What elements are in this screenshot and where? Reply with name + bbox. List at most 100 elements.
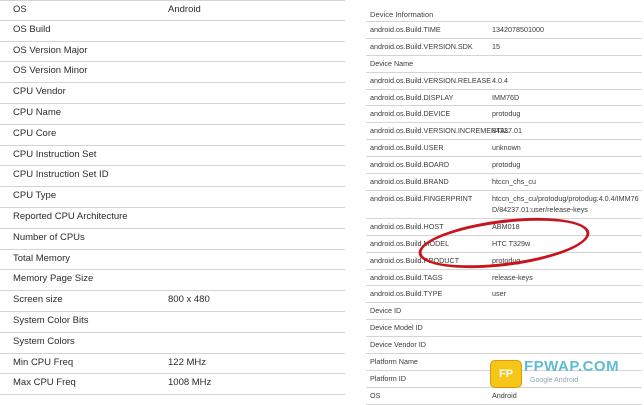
watermark-subtitle: Google Android xyxy=(530,377,579,384)
row-value: htccn_chs_cu xyxy=(492,177,536,187)
row-label: OS xyxy=(13,4,27,15)
row-label: Platform ID xyxy=(370,373,406,383)
row-label: android.os.Build.FINGERPRINT xyxy=(370,193,473,203)
row-label: android.os.Build.HOST xyxy=(370,221,444,231)
table-row: android.os.Build.TIME 1342078501000 xyxy=(366,22,642,39)
table-row: CPU Name xyxy=(0,104,345,125)
row-value: protodug xyxy=(492,160,521,170)
row-value: unknown xyxy=(492,143,521,153)
row-label: System Colors xyxy=(13,335,75,347)
table-row: CPU Type xyxy=(0,187,345,208)
table-row: OS Version Major xyxy=(0,42,345,63)
row-label: Min CPU Freq xyxy=(13,356,74,368)
row-value: htccn_chs_cu/protodug/protodug:4.0.4/IMM… xyxy=(492,193,639,203)
row-label: CPU Type xyxy=(13,190,57,202)
watermark-title: FPWAP.COM xyxy=(524,358,620,375)
row-value: 800 x 480 xyxy=(168,294,210,306)
table-row: android.os.Build.FINGERPRINT htccn_chs_cu… xyxy=(366,191,642,219)
row-value: IMM76D xyxy=(492,92,520,102)
section-title: Device Information xyxy=(370,10,434,19)
row-value: 4.0.4 xyxy=(492,75,508,85)
row-value: 84237.01 xyxy=(492,126,522,136)
system-info-table: OS Android OS Build OS Version Major OS V… xyxy=(0,0,345,396)
row-label: Device Name xyxy=(370,58,414,68)
table-row: CPU Core xyxy=(0,125,345,146)
table-row: Reported CPU Architecture xyxy=(0,208,345,229)
table-row: CPU Vendor xyxy=(0,83,345,104)
row-label: android.os.Build.DISPLAY xyxy=(370,92,454,102)
row-value-continued: D/84237.01:user/release-keys xyxy=(492,204,588,214)
table-row: android.os.Build.VERSION.RELEASE 4.0.4 xyxy=(366,73,642,90)
row-label: OS xyxy=(370,390,381,400)
row-label: CPU Vendor xyxy=(13,86,66,98)
row-value: 122 MHz xyxy=(168,356,207,368)
row-value: release-keys xyxy=(492,272,533,282)
table-row: Memory Page Size xyxy=(0,270,345,292)
row-label: System Color Bits xyxy=(13,314,89,326)
table-row: android.os.Build.VERSION.SDK 15 xyxy=(366,39,642,56)
row-label: android.os.Build.VERSION.INCREMENTAL xyxy=(370,126,509,136)
table-row: System Color Bits xyxy=(0,312,345,333)
row-label: Device Model ID xyxy=(370,323,423,333)
row-value: ABM018 xyxy=(492,221,520,231)
table-row: OS Android xyxy=(0,0,345,21)
table-row: Device Model ID xyxy=(366,320,642,338)
row-label: Memory Page Size xyxy=(13,273,94,285)
row-value: user xyxy=(492,289,506,299)
watermark-logo-icon: FP xyxy=(490,360,522,388)
table-row: CPU Instruction Set ID xyxy=(0,166,345,188)
section-header: Device Information xyxy=(366,0,642,22)
table-row: android.os.Build.DEVICE protodug xyxy=(366,106,642,124)
row-label: OS Version Minor xyxy=(13,65,88,77)
row-label: Total Memory xyxy=(13,252,71,264)
table-row: android.os.Build.HOST ABM018 xyxy=(366,219,642,236)
table-row: android.os.Build.PRODUCT protodug xyxy=(366,253,642,270)
table-row: Device ID xyxy=(366,303,642,321)
row-label: CPU Instruction Set ID xyxy=(13,169,109,181)
table-row: android.os.Build.VERSION.INCREMENTAL 8423… xyxy=(366,123,642,141)
row-label: OS Version Major xyxy=(13,44,88,56)
row-label: Reported CPU Architecture xyxy=(13,210,128,222)
row-label: Platform Name xyxy=(370,357,418,367)
row-value: protodug xyxy=(492,109,521,119)
table-row: Number of CPUs xyxy=(0,229,345,250)
row-label: Device ID xyxy=(370,306,402,316)
table-row: Screen size 800 x 480 xyxy=(0,291,345,312)
row-value: 1008 MHz xyxy=(168,377,212,389)
table-row: OS Build xyxy=(0,21,345,42)
row-label: android.os.Build.PRODUCT xyxy=(370,255,460,265)
table-row: Device Name xyxy=(366,56,642,73)
row-label: android.os.Build.USER xyxy=(370,143,444,153)
row-label: Device Vendor ID xyxy=(370,340,426,350)
row-label: android.os.Build.BRAND xyxy=(370,177,449,187)
row-label: android.os.Build.TIME xyxy=(370,25,441,34)
row-value: HTC T329w xyxy=(492,238,531,248)
row-label: android.os.Build.MODEL xyxy=(370,238,450,248)
table-row: android.os.Build.BRAND htccn_chs_cu xyxy=(366,174,642,191)
table-row: CPU Instruction Set xyxy=(0,146,345,167)
table-row: android.os.Build.BOARD protodug xyxy=(366,157,642,175)
row-label: CPU Core xyxy=(13,127,57,139)
row-label: android.os.Build.TAGS xyxy=(370,272,443,282)
row-label: CPU Instruction Set xyxy=(13,148,97,160)
row-label: OS Build xyxy=(13,23,51,35)
row-label: CPU Name xyxy=(13,106,62,118)
row-label: android.os.Build.BOARD xyxy=(370,160,450,170)
table-row: android.os.Build.USER unknown xyxy=(366,140,642,158)
table-row: Min CPU Freq 122 MHz xyxy=(0,354,345,375)
watermark: FP FPWAP.COM Google Android xyxy=(490,356,640,402)
row-value: 1342078501000 xyxy=(492,25,544,34)
table-row: android.os.Build.TYPE user xyxy=(366,286,642,304)
row-label: android.os.Build.DEVICE xyxy=(370,109,451,119)
row-label: Number of CPUs xyxy=(13,231,85,243)
row-label: android.os.Build.VERSION.SDK xyxy=(370,41,473,51)
row-label: Screen size xyxy=(13,294,63,306)
row-label: android.os.Build.TYPE xyxy=(370,289,443,299)
table-row: Max CPU Freq 1008 MHz xyxy=(0,374,345,396)
row-value: Android xyxy=(168,4,201,15)
row-label: Max CPU Freq xyxy=(13,377,76,389)
table-row: System Colors xyxy=(0,333,345,354)
row-value: protodug xyxy=(492,255,521,265)
table-row: Device Vendor ID xyxy=(366,337,642,355)
row-value: 15 xyxy=(492,41,500,51)
